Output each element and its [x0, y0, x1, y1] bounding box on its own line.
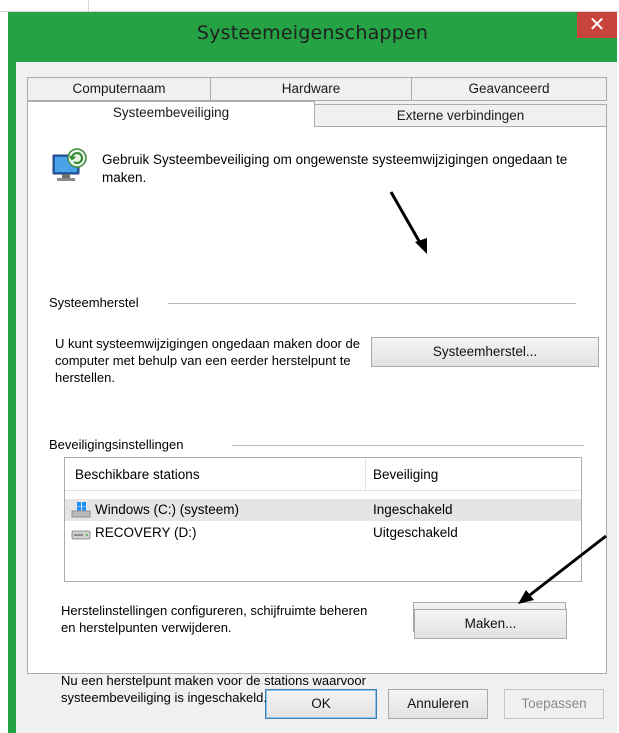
system-protection-shield-icon	[52, 148, 87, 181]
drive-row-d[interactable]: RECOVERY (D:) Uitgeschakeld	[65, 522, 581, 544]
drive-name-d: RECOVERY (D:)	[95, 525, 197, 540]
drive-status-c: Ingeschakeld	[373, 502, 453, 517]
window-title: Systeemeigenschappen	[196, 22, 429, 44]
dialog-client-area: Computernaam Hardware Geavanceerd Systee…	[16, 62, 617, 733]
system-properties-window: Systeemeigenschappen ✕ Computernaam Hard…	[8, 12, 617, 733]
protection-group-divider	[232, 445, 584, 446]
create-description: Nu een herstelpunt maken voor de station…	[61, 673, 366, 705]
configure-description: Herstelinstellingen configureren, schijf…	[61, 603, 368, 635]
column-header-stations[interactable]: Beschikbare stations	[75, 458, 200, 491]
drives-list[interactable]: Beschikbare stations Beveiliging Windows…	[64, 457, 582, 582]
restore-description: U kunt systeemwijzigingen ongedaan maken…	[55, 336, 360, 385]
windows-drive-icon	[71, 502, 91, 518]
apply-button[interactable]: Toepassen	[504, 689, 604, 719]
restore-group-divider	[168, 303, 576, 304]
drives-list-header: Beschikbare stations Beveiliging	[65, 458, 581, 491]
cancel-button[interactable]: Annuleren	[388, 689, 488, 719]
tab-panel-systeembeveiliging: Gebruik Systeembeveiliging om ongewenste…	[27, 126, 607, 705]
tab-systeembeveiliging[interactable]: Systeembeveiliging	[27, 101, 315, 127]
column-header-beveiliging[interactable]: Beveiliging	[373, 458, 438, 491]
tab-geavanceerd[interactable]: Geavanceerd	[411, 77, 607, 101]
hard-drive-icon	[71, 530, 91, 540]
background-divider	[88, 0, 89, 12]
background-window-edge	[0, 0, 619, 12]
tab-externe-verbindingen[interactable]: Externe verbindingen	[314, 104, 607, 128]
drive-status-d: Uitgeschakeld	[373, 525, 458, 540]
drive-row-c[interactable]: Windows (C:) (systeem) Ingeschakeld	[65, 499, 581, 521]
close-button[interactable]: ✕	[577, 12, 617, 38]
restore-group-label: Systeemherstel	[49, 295, 143, 310]
column-separator[interactable]	[365, 458, 366, 491]
tab-computernaam[interactable]: Computernaam	[27, 77, 211, 101]
intro-description: Gebruik Systeembeveiliging om ongewenste…	[102, 152, 568, 185]
tab-hardware[interactable]: Hardware	[210, 77, 412, 101]
create-restore-point-button[interactable]: Maken...	[414, 609, 567, 639]
drive-name-c: Windows (C:) (systeem)	[95, 502, 240, 517]
protection-group-label: Beveiligingsinstellingen	[49, 437, 188, 452]
system-restore-button[interactable]: Systeemherstel...	[371, 337, 599, 367]
